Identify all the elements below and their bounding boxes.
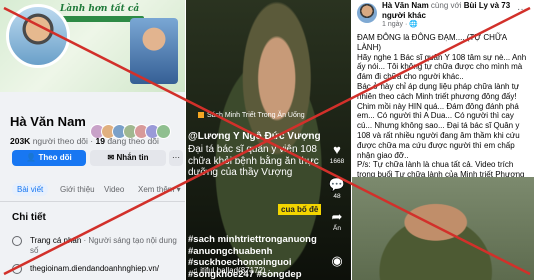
red-cross-overlay [3, 6, 531, 276]
